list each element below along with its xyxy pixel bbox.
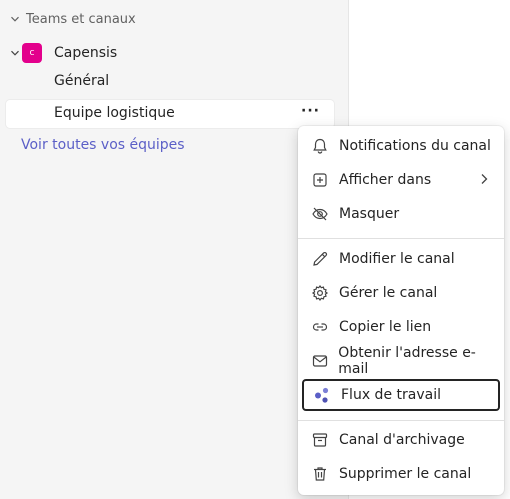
menu-item-label: Masquer [339,206,400,222]
channel-context-menu: Notifications du canal Afficher dans Mas… [298,126,504,495]
channel-general[interactable]: Général [54,73,109,89]
menu-item-copy-link[interactable]: Copier le lien [302,311,500,343]
see-all-teams-link[interactable]: Voir toutes vos équipes [21,137,185,153]
menu-divider [298,238,504,239]
menu-item-label: Obtenir l'adresse e-mail [338,345,476,377]
teams-section-header[interactable]: Teams et canaux [8,9,136,29]
menu-item-workflows[interactable]: Flux de travail [302,379,500,411]
mail-icon [310,351,329,371]
menu-item-notifications[interactable]: Notifications du canal [302,130,500,162]
trash-icon [310,464,330,484]
menu-divider [298,420,504,421]
channel-equipe-logistique[interactable]: Equipe logistique ··· [6,100,334,128]
team-capensis[interactable]: c Capensis [8,42,117,64]
section-title: Teams et canaux [26,11,136,27]
gear-icon [310,283,330,303]
chevron-down-icon [8,12,22,26]
chevron-right-icon [478,172,490,190]
team-name: Capensis [54,45,118,61]
workflow-icon [312,385,332,405]
link-icon [310,317,330,337]
menu-item-manage-channel[interactable]: Gérer le canal [302,277,500,309]
menu-item-show-in[interactable]: Afficher dans [302,164,500,196]
bell-icon [310,136,330,156]
menu-item-hide[interactable]: Masquer [302,198,500,230]
pencil-icon [310,249,330,269]
menu-item-label: Modifier le canal [339,251,455,267]
teams-sidebar: Teams et canaux c Capensis Général Equip… [0,0,349,499]
menu-item-label: Canal d'archivage [339,432,465,448]
menu-item-label: Afficher dans [339,172,432,188]
archive-icon [310,430,330,450]
channel-name: Equipe logistique [54,105,175,121]
more-options-button[interactable]: ··· [301,103,320,119]
menu-item-delete-channel[interactable]: Supprimer le canal [302,458,500,490]
team-avatar: c [22,43,42,63]
menu-item-get-email[interactable]: Obtenir l'adresse e-mail [302,345,500,377]
add-square-icon [310,170,330,190]
menu-item-label: Notifications du canal [339,138,491,154]
menu-item-archive-channel[interactable]: Canal d'archivage [302,424,500,456]
chevron-down-icon [8,46,22,60]
menu-item-label: Gérer le canal [339,285,438,301]
menu-item-label: Flux de travail [341,387,441,403]
menu-item-label: Supprimer le canal [339,466,472,482]
menu-item-edit-channel[interactable]: Modifier le canal [302,243,500,275]
eye-off-icon [310,204,330,224]
menu-item-label: Copier le lien [339,319,432,335]
